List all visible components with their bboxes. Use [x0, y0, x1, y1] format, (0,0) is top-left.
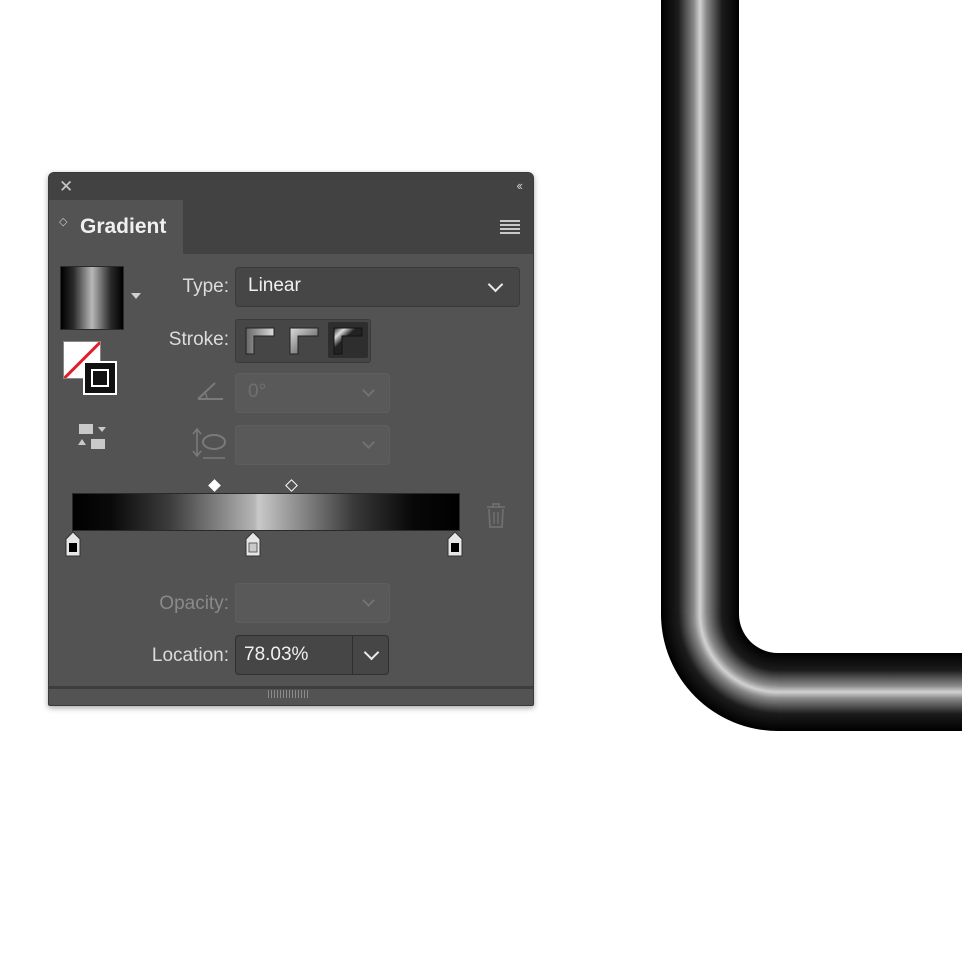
delete-stop-icon[interactable]: [485, 503, 507, 529]
chevron-down-icon: [362, 594, 375, 607]
panel-titlebar[interactable]: ✕ ‹‹: [49, 173, 533, 200]
gradient-panel: ✕ ‹‹ ◇ Gradient Type: Linear Stroke: 0° …: [48, 172, 534, 706]
location-input[interactable]: [236, 636, 352, 674]
collapse-icon[interactable]: ‹‹: [516, 178, 523, 193]
location-label: Location:: [151, 645, 229, 666]
apply-within-stroke-button[interactable]: [240, 322, 280, 358]
apply-across-stroke-button[interactable]: [328, 322, 368, 358]
chevron-down-icon: [363, 644, 380, 661]
stroke-swatch[interactable]: [83, 361, 117, 395]
aspect-ratio-icon: [192, 427, 226, 459]
hamburger-menu-icon[interactable]: [500, 220, 520, 234]
close-icon[interactable]: ✕: [59, 178, 73, 195]
resize-grip[interactable]: [268, 690, 308, 698]
panel-bottom-divider: [49, 686, 533, 689]
color-stop-end[interactable]: [447, 531, 463, 557]
color-stop-middle[interactable]: [245, 531, 261, 557]
tab-gradient[interactable]: ◇ Gradient: [49, 200, 183, 254]
angle-dropdown[interactable]: 0°: [235, 373, 390, 413]
type-label: Type:: [182, 276, 229, 297]
location-dropdown-button[interactable]: [353, 636, 389, 674]
within-stroke-icon: [245, 327, 275, 355]
aspect-ratio-dropdown[interactable]: [235, 425, 390, 465]
gradient-swatch[interactable]: [60, 266, 124, 330]
type-value: Linear: [248, 275, 301, 296]
along-stroke-icon: [289, 327, 319, 355]
angle-value: 0°: [248, 381, 267, 402]
midpoint-diamond-selected[interactable]: [208, 479, 221, 492]
midpoint-diamond[interactable]: [285, 479, 298, 492]
angle-icon: [197, 382, 223, 400]
opacity-label: Opacity:: [159, 593, 229, 614]
swatch-dropdown-icon[interactable]: [131, 293, 141, 299]
panel-title: Gradient: [80, 215, 167, 238]
chevron-down-icon: [362, 436, 375, 449]
expand-collapse-icon[interactable]: ◇: [59, 217, 67, 228]
across-stroke-icon: [333, 327, 363, 355]
location-combo: [235, 635, 389, 675]
stroke-type-group: [235, 319, 371, 363]
reverse-gradient-icon[interactable]: [77, 423, 111, 453]
color-stop-start[interactable]: [65, 531, 81, 557]
stroke-label: Stroke:: [168, 329, 229, 350]
gradient-stroke-path[interactable]: [661, 0, 962, 731]
gradient-slider[interactable]: [72, 493, 460, 531]
chevron-down-icon: [487, 276, 504, 293]
opacity-dropdown[interactable]: [235, 583, 390, 623]
apply-along-stroke-button[interactable]: [284, 322, 324, 358]
type-dropdown[interactable]: Linear: [235, 267, 520, 307]
chevron-down-icon: [362, 384, 375, 397]
panel-tab-row: ◇ Gradient: [49, 200, 533, 254]
